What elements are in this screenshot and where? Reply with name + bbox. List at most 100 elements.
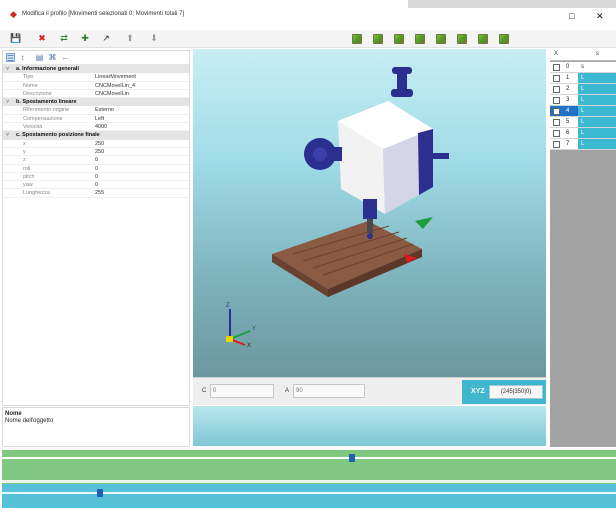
- movement-list-item[interactable]: 0s: [550, 62, 616, 73]
- movement-index: 6: [566, 130, 570, 136]
- property-value[interactable]: 0: [95, 156, 98, 164]
- property-value[interactable]: Left: [95, 115, 104, 123]
- property-row[interactable]: Lunghezza 255: [3, 189, 189, 198]
- property-key: Tipo: [23, 74, 34, 81]
- movement-list-item[interactable]: 1L: [550, 73, 616, 84]
- x-axis-label: X: [247, 343, 251, 349]
- description-title: Nome: [5, 411, 22, 417]
- up-icon[interactable]: ⬆: [124, 33, 136, 44]
- timeline-blue-slider-handle[interactable]: [97, 489, 104, 497]
- coordinate-bar: C 0 A 90 XYZ (245|350|0): [193, 377, 546, 405]
- down-icon[interactable]: ⬇: [148, 33, 160, 44]
- property-value[interactable]: 0: [95, 181, 98, 189]
- a-axis-label: A: [285, 388, 290, 394]
- description-panel: Nome Nome dell'oggetto: [2, 407, 190, 447]
- property-key: Descrizione: [23, 90, 52, 97]
- movement-checkbox[interactable]: [553, 75, 560, 82]
- property-category[interactable]: ˅ c. Spostamento posizione finale: [3, 131, 189, 140]
- movement-list-item[interactable]: 6L: [550, 128, 616, 139]
- property-row[interactable]: yaw 0: [3, 181, 189, 190]
- property-value[interactable]: 255: [95, 189, 104, 197]
- property-value[interactable]: Esterno: [95, 106, 114, 114]
- chevron-down-icon[interactable]: ˅: [6, 65, 9, 73]
- movement-type-tag: L: [578, 95, 616, 105]
- movement-checkbox[interactable]: [553, 108, 560, 115]
- property-row[interactable]: Riferimento origine Esterno: [3, 106, 189, 115]
- property-value[interactable]: 250: [95, 148, 104, 156]
- property-value[interactable]: CNCMovelLin: [95, 90, 129, 98]
- property-value[interactable]: CNCMovelLin_4: [95, 82, 135, 90]
- delete-icon[interactable]: ✖: [36, 33, 48, 44]
- plane-selector: XYZ (245|350|0): [462, 380, 546, 404]
- movement-checkbox[interactable]: [553, 141, 560, 148]
- title-strip: [408, 0, 616, 8]
- save-icon[interactable]: 💾: [10, 33, 22, 44]
- movement-checkbox[interactable]: [553, 119, 560, 126]
- categorized-view-icon[interactable]: ☰: [6, 53, 15, 63]
- view-cube-button[interactable]: [436, 34, 446, 44]
- chevron-down-icon[interactable]: ˅: [6, 98, 9, 106]
- view-cube-button[interactable]: [352, 34, 362, 44]
- movement-list-item[interactable]: 5L: [550, 117, 616, 128]
- view-cube-button[interactable]: [394, 34, 404, 44]
- chevron-down-icon[interactable]: ˅: [6, 131, 9, 139]
- c-axis-field[interactable]: 0: [210, 384, 274, 398]
- back-arrow-icon[interactable]: ←: [61, 53, 70, 62]
- close-button[interactable]: ✕: [596, 12, 604, 21]
- movement-index: 4: [566, 108, 570, 114]
- properties-toolbar: ☰ ↕ ▤ ⌘ ←: [3, 51, 189, 65]
- view-cube-button[interactable]: [415, 34, 425, 44]
- movement-index: 5: [566, 119, 570, 125]
- movement-checkbox[interactable]: [553, 130, 560, 137]
- window-title: Modifica il profilo [Movimenti seleziona…: [22, 11, 185, 17]
- property-row[interactable]: z0: [3, 156, 189, 165]
- property-row[interactable]: Nome CNCMovelLin_4: [3, 82, 189, 90]
- timeline-green-slider-handle[interactable]: [348, 454, 355, 462]
- timeline-green-track[interactable]: [2, 450, 616, 484]
- plane-label: XYZ: [471, 388, 485, 395]
- worktable: [272, 221, 422, 297]
- property-row[interactable]: Compensazione Left: [3, 115, 189, 124]
- property-row[interactable]: Velocità 4000: [3, 123, 189, 132]
- property-value[interactable]: 0: [95, 165, 98, 173]
- property-value[interactable]: 0: [95, 173, 98, 181]
- add-icon[interactable]: ✚: [79, 33, 91, 44]
- a-axis-field[interactable]: 90: [293, 384, 365, 398]
- movement-checkbox[interactable]: [553, 86, 560, 93]
- property-value[interactable]: 250: [95, 140, 104, 148]
- minimize-button[interactable]: □: [569, 12, 574, 21]
- view-cube-button[interactable]: [499, 34, 509, 44]
- movement-list-item[interactable]: 3L: [550, 95, 616, 106]
- movement-list-item[interactable]: 2L: [550, 84, 616, 95]
- property-row[interactable]: y 250: [3, 148, 189, 157]
- movement-index: 3: [566, 97, 570, 103]
- property-category[interactable]: ˅ b. Spostamento lineare: [3, 98, 189, 107]
- plane-coordinate-field[interactable]: (245|350|0): [489, 385, 543, 399]
- 3d-viewport[interactable]: Z Y X: [193, 49, 546, 377]
- property-value[interactable]: LinearMovement: [95, 73, 136, 81]
- property-row[interactable]: x 250: [3, 140, 189, 148]
- view-cube-button[interactable]: [478, 34, 488, 44]
- property-row[interactable]: roll 0: [3, 165, 189, 173]
- timeline-blue-track[interactable]: [2, 484, 616, 508]
- column-header-x[interactable]: X: [554, 51, 558, 57]
- movement-checkbox[interactable]: [553, 97, 560, 104]
- machine-scene: Z Y X: [226, 67, 449, 349]
- alphabetical-sort-icon[interactable]: ↕: [18, 53, 27, 62]
- movement-index: 1: [566, 75, 570, 81]
- property-row[interactable]: Tipo LinearMovement: [3, 73, 189, 82]
- property-row[interactable]: Descrizione CNCMovelLin: [3, 90, 189, 99]
- column-header-s[interactable]: s: [596, 51, 599, 57]
- property-row[interactable]: pitch 0: [3, 173, 189, 182]
- movement-list-item[interactable]: 4L: [550, 106, 616, 117]
- property-value[interactable]: 4000: [95, 123, 107, 131]
- movement-list-item[interactable]: 7L: [550, 139, 616, 150]
- view-cube-button[interactable]: [457, 34, 467, 44]
- movement-checkbox[interactable]: [553, 64, 560, 71]
- path-icon[interactable]: ↗: [100, 33, 112, 44]
- settings-icon[interactable]: ⌘: [48, 53, 57, 62]
- property-category[interactable]: ˅ a. Informazione generali: [3, 65, 189, 74]
- view-cube-button[interactable]: [373, 34, 383, 44]
- move-icon[interactable]: ⇄: [58, 33, 70, 44]
- property-pages-icon[interactable]: ▤: [35, 53, 44, 62]
